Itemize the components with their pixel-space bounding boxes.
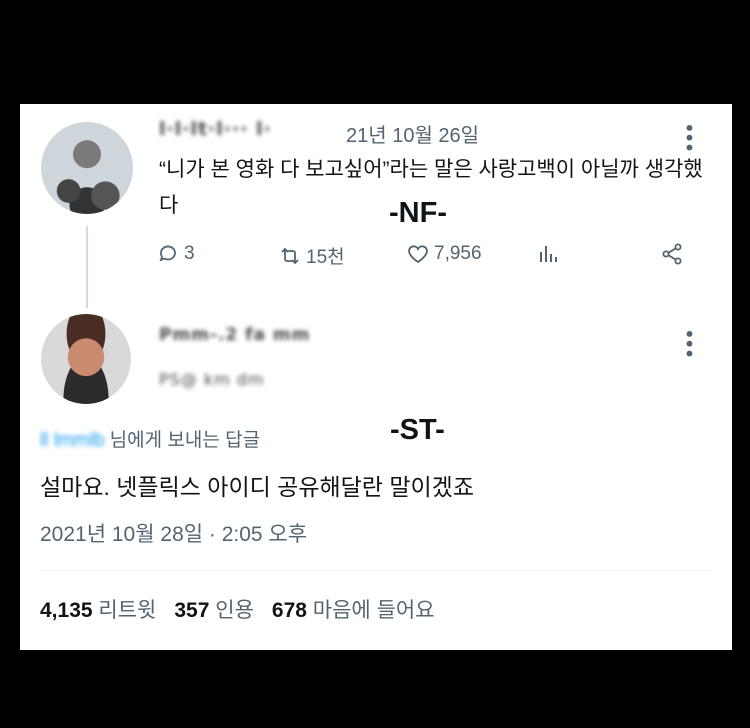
reply-author-name[interactable]: Pmm-.2 fa mm	[159, 325, 310, 345]
replying-to-label: 님에게 보내는 답글	[109, 430, 261, 451]
reply-author-handle-blurred: PS@ km dm	[159, 370, 265, 389]
likes-label: 마음에 들어요	[312, 599, 435, 622]
reply-icon	[159, 245, 176, 262]
reply-author-name-blurred: Pmm-.2 fa mm	[159, 325, 311, 345]
divider	[40, 570, 712, 571]
more-options-icon[interactable]: •••	[677, 328, 701, 357]
replying-to: ll lmmlb 님에게 보내는 답글	[40, 425, 260, 452]
likes-stat[interactable]: 678 마음에 들어요	[272, 594, 435, 624]
tweet-date[interactable]: 21년 10월 26일	[346, 119, 479, 148]
share-button[interactable]	[660, 242, 684, 266]
analytics-icon	[540, 246, 557, 262]
annotation-tag: -NF-	[389, 197, 447, 229]
share-icon	[662, 243, 682, 265]
reply-author-handle[interactable]: PS@ km dm	[159, 370, 265, 389]
annotation-tag: -ST-	[390, 414, 445, 446]
like-count: 7,956	[434, 243, 482, 264]
retweets-value: 4,135	[40, 599, 93, 622]
author-name-blurred: l·l·lt·l··· l·	[159, 118, 272, 140]
retweet-icon	[281, 247, 299, 264]
reply-count: 3	[184, 243, 195, 264]
thread-connector-line	[86, 226, 88, 308]
tweet-actions: 3 15천 7,956	[156, 242, 696, 276]
reply-button[interactable]: 3	[156, 242, 195, 266]
reply-text: 설마요. 넷플릭스 아이디 공유해달란 말이겠죠	[40, 474, 474, 500]
like-button[interactable]: 7,956	[406, 242, 482, 266]
retweet-count: 15천	[306, 247, 345, 268]
likes-value: 678	[271, 599, 307, 622]
quotes-stat[interactable]: 357 인용	[174, 594, 254, 624]
analytics-button[interactable]	[536, 242, 560, 266]
retweets-label: 리트윗	[98, 599, 157, 622]
tweet-card: l·l·lt·l··· l· 21년 10월 26일 ••• “니가 본 영화 …	[20, 104, 732, 650]
avatar[interactable]	[41, 314, 131, 404]
replying-to-user-link[interactable]: ll lmmlb	[40, 430, 104, 451]
avatar[interactable]	[41, 122, 133, 214]
retweet-button[interactable]: 15천	[278, 242, 345, 269]
heart-icon	[408, 245, 428, 264]
quotes-label: 인용	[215, 599, 254, 622]
quotes-value: 357	[174, 599, 210, 622]
reply-stats: 4,135 리트윗 357 인용 678 마음에 들어요	[40, 594, 435, 624]
reply-timestamp[interactable]: 2021년 10월 28일 · 2:05 오후	[40, 518, 307, 548]
more-options-icon[interactable]: •••	[677, 122, 701, 151]
retweets-stat[interactable]: 4,135 리트윗	[40, 594, 156, 624]
author-name[interactable]: l·l·lt·l··· l·	[159, 118, 272, 140]
